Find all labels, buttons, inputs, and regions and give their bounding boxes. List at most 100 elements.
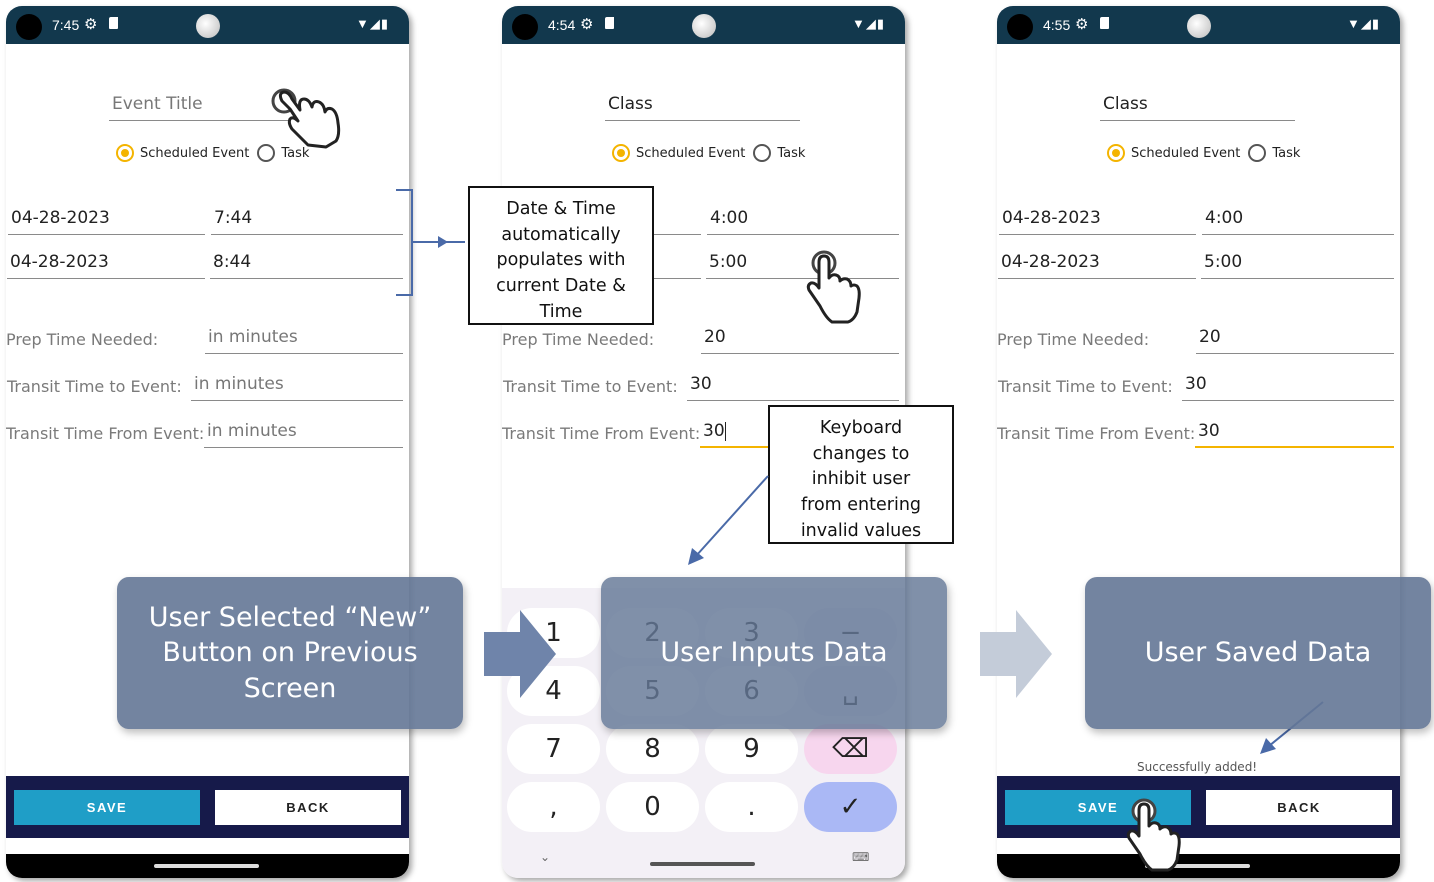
hand-pointer-icon xyxy=(1126,798,1181,872)
notification-dot xyxy=(196,14,220,38)
prep-time-label: Prep Time Needed: xyxy=(997,330,1150,349)
status-bar: 4:55 ⚙ ▼◢▮ xyxy=(997,6,1400,44)
start-date-field[interactable]: 04-28-2023 xyxy=(8,208,205,235)
sd-card-icon xyxy=(605,17,614,29)
status-time: 4:55 xyxy=(1043,17,1071,33)
datetime-callout: Date & Time automatically populates with… xyxy=(468,186,654,325)
collapse-keyboard-icon[interactable]: ⌄ xyxy=(540,850,550,864)
prep-time-label: Prep Time Needed: xyxy=(502,330,655,349)
camera-cutout xyxy=(512,14,538,40)
system-nav-bar xyxy=(997,854,1400,878)
start-time-field[interactable]: 4:00 xyxy=(707,208,899,235)
key-9[interactable]: 9 xyxy=(705,724,798,774)
event-title-input[interactable]: Class xyxy=(605,94,800,121)
callout-line: invalid values xyxy=(800,520,922,541)
transit-to-input[interactable]: in minutes xyxy=(191,374,403,401)
prep-time-input[interactable]: in minutes xyxy=(205,327,403,354)
bottom-action-bar: SAVE BACK xyxy=(6,776,409,838)
transit-from-input[interactable]: in minutes xyxy=(204,421,403,448)
key-comma[interactable]: , xyxy=(507,782,600,832)
scheduled-event-label: Scheduled Event xyxy=(1131,145,1241,161)
keyboard-callout: Keyboard changes to inhibit user from en… xyxy=(768,405,954,544)
start-date-field[interactable]: 04-28-2023 xyxy=(999,208,1196,235)
hand-pointer-icon xyxy=(806,250,861,324)
notification-dot xyxy=(692,14,716,38)
sd-card-icon xyxy=(1100,17,1109,29)
home-gesture-pill[interactable] xyxy=(650,862,755,866)
scheduled-event-radio[interactable] xyxy=(612,144,630,162)
key-period[interactable]: . xyxy=(705,782,798,832)
prep-time-input[interactable]: 20 xyxy=(701,327,899,354)
pointer-arrow-icon xyxy=(688,475,769,565)
backspace-key[interactable]: ⌫ xyxy=(804,724,897,774)
callout-line: changes to xyxy=(812,443,910,464)
end-time-field[interactable]: 5:00 xyxy=(1201,252,1394,279)
step-1-banner: User Selected “New” Button on Previous S… xyxy=(117,577,463,729)
callout-line: populates with xyxy=(496,250,626,271)
step-1-line: User Selected “New” xyxy=(148,602,432,634)
status-time: 4:54 xyxy=(548,17,576,33)
status-time: 7:45 xyxy=(52,17,80,33)
end-date-field[interactable]: 04-28-2023 xyxy=(998,252,1196,279)
bottom-action-bar: SAVE BACK xyxy=(997,776,1400,838)
transit-from-label: Transit Time From Event: xyxy=(997,424,1196,443)
wifi-signal-battery-icon: ▼◢▮ xyxy=(1346,16,1380,31)
scheduled-event-label: Scheduled Event xyxy=(140,145,250,161)
end-time-field[interactable]: 5:00 xyxy=(706,252,899,279)
transit-from-input[interactable]: 30 xyxy=(1195,421,1394,448)
step-arrow-icon xyxy=(484,610,556,698)
transit-to-label: Transit Time to Event: xyxy=(503,377,678,396)
step-3-banner: User Saved Data xyxy=(1085,577,1431,729)
step-1-line: Screen xyxy=(243,672,337,704)
keyboard-switch-icon[interactable]: ⌨ xyxy=(852,850,869,864)
back-button[interactable]: BACK xyxy=(215,790,401,825)
callout-line: from entering xyxy=(800,495,922,516)
step-2-banner: User Inputs Data xyxy=(601,577,947,729)
callout-line: inhibit user xyxy=(811,469,911,490)
camera-cutout xyxy=(16,14,42,40)
phone-screen-new-event: 7:45 ⚙ ▼◢▮ Event Title Scheduled Event T… xyxy=(6,6,409,878)
step-3-text: User Saved Data xyxy=(1144,637,1372,669)
start-time-field[interactable]: 4:00 xyxy=(1202,208,1394,235)
transit-to-label: Transit Time to Event: xyxy=(7,377,182,396)
end-date-field[interactable]: 04-28-2023 xyxy=(7,252,205,279)
task-radio[interactable] xyxy=(1248,144,1267,162)
event-title-input[interactable]: Class xyxy=(1100,94,1295,121)
transit-from-label: Transit Time From Event: xyxy=(502,424,701,443)
hand-pointer-icon xyxy=(271,88,341,149)
settings-gear-icon: ⚙ xyxy=(580,16,594,33)
step-arrow-icon xyxy=(980,610,1052,698)
transit-from-value: 30 xyxy=(703,421,725,441)
sd-card-icon xyxy=(109,17,118,29)
transit-to-input[interactable]: 30 xyxy=(687,374,899,401)
system-nav-bar xyxy=(6,854,409,878)
notification-dot xyxy=(1187,14,1211,38)
phone-screen-saved: 4:55 ⚙ ▼◢▮ Class Scheduled Event Task 04… xyxy=(997,6,1400,878)
scheduled-event-radio[interactable] xyxy=(116,144,134,162)
key-7[interactable]: 7 xyxy=(507,724,600,774)
done-key[interactable]: ✓ xyxy=(804,782,897,832)
end-time-field[interactable]: 8:44 xyxy=(210,252,403,279)
prep-time-input[interactable]: 20 xyxy=(1196,327,1394,354)
transit-to-input[interactable]: 30 xyxy=(1182,374,1394,401)
wifi-signal-battery-icon: ▼◢▮ xyxy=(851,16,885,31)
key-8[interactable]: 8 xyxy=(606,724,699,774)
status-bar: 7:45 ⚙ ▼◢▮ xyxy=(6,6,409,44)
scheduled-event-radio[interactable] xyxy=(1107,144,1125,162)
callout-line: Time xyxy=(539,301,583,322)
step-2-text: User Inputs Data xyxy=(660,637,888,669)
back-button[interactable]: BACK xyxy=(1206,790,1392,825)
prep-time-label: Prep Time Needed: xyxy=(6,330,159,349)
start-time-field[interactable]: 7:44 xyxy=(211,208,403,235)
scheduled-event-label: Scheduled Event xyxy=(636,145,746,161)
success-toast: Successfully added! xyxy=(1137,760,1258,774)
callout-line: Keyboard xyxy=(819,418,903,438)
callout-line: current Date & xyxy=(496,276,626,297)
callout-line: automatically xyxy=(501,224,621,245)
task-radio[interactable] xyxy=(753,144,772,162)
home-gesture-pill[interactable] xyxy=(154,864,259,868)
save-button[interactable]: SAVE xyxy=(14,790,200,825)
key-0[interactable]: 0 xyxy=(606,782,699,832)
settings-gear-icon: ⚙ xyxy=(84,16,98,33)
event-type-radio-group: Scheduled Event Task xyxy=(1107,144,1300,162)
